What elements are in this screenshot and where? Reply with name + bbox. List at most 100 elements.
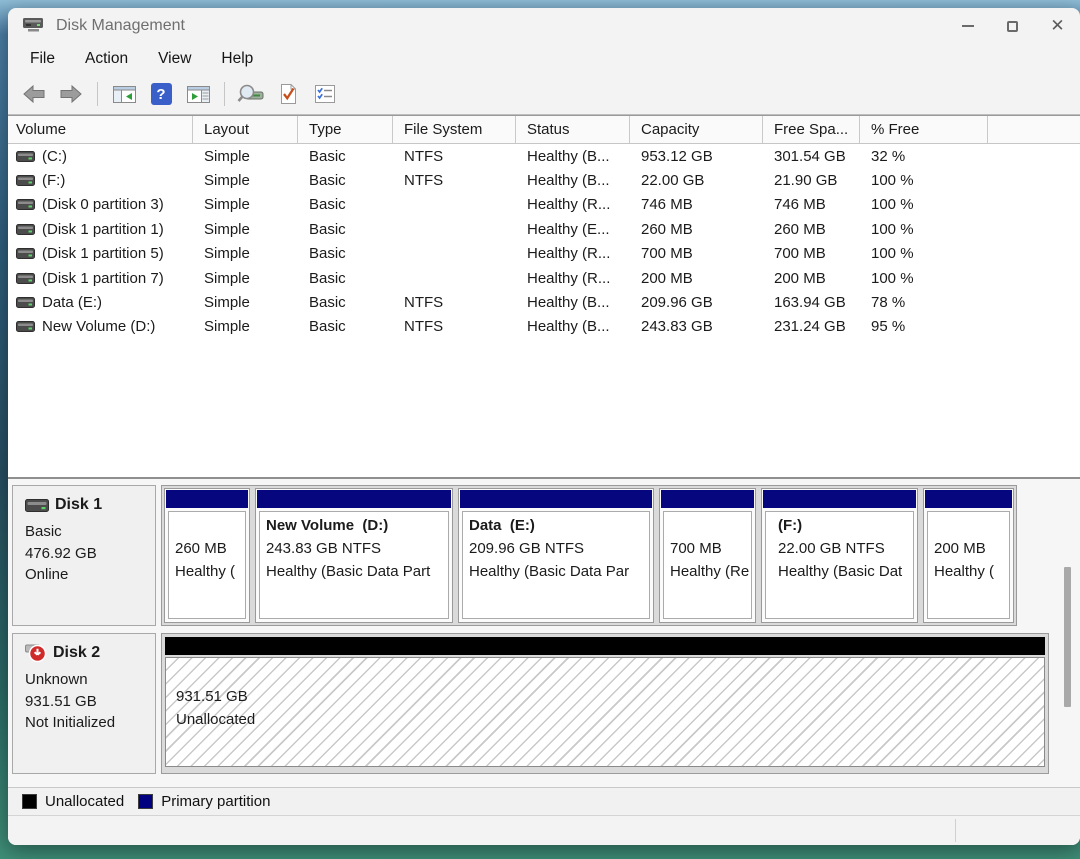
help-icon[interactable]: ? [147,81,175,107]
show-action-pane-icon[interactable] [184,81,212,107]
cell-free-space: 746 MB [763,196,860,213]
cell-status: Healthy (E... [516,221,630,238]
maximize-button[interactable] [990,8,1035,44]
volume-icon [16,151,35,162]
disk-name: Disk 1 [55,496,102,514]
menu-file[interactable]: File [30,50,55,68]
forward-icon[interactable] [57,81,85,107]
column-header-pct-free[interactable]: % Free [860,116,988,143]
minimize-button[interactable] [945,8,990,44]
cell-status: Healthy (B... [516,294,630,311]
cell-layout: Simple [193,221,298,238]
disk-state: Not Initialized [25,712,151,734]
cell-volume: Data (E:) [42,294,102,311]
column-header-capacity[interactable]: Capacity [630,116,763,143]
help-glyph: ? [151,83,172,105]
primary-partition-bar [763,490,916,508]
cell-pct-free: 95 % [860,318,988,335]
partition-700mb[interactable]: 700 MB Healthy (Re [659,488,756,623]
cell-type: Basic [298,294,393,311]
partition-data-e[interactable]: Data (E:) 209.96 GB NTFS Healthy (Basic … [458,488,654,623]
table-row[interactable]: Data (E:) Simple Basic NTFS Healthy (B..… [8,290,1080,314]
menu-help[interactable]: Help [221,50,253,68]
back-icon[interactable] [20,81,48,107]
column-header-file-system[interactable]: File System [393,116,516,143]
primary-partition-swatch [138,794,153,809]
cell-volume: (Disk 0 partition 3) [42,196,164,213]
primary-partition-bar [925,490,1012,508]
cell-pct-free: 100 % [860,270,988,287]
cell-layout: Simple [193,172,298,189]
disk-name: Disk 2 [53,644,100,662]
cell-pct-free: 100 % [860,245,988,262]
unallocated-swatch [22,794,37,809]
cell-file-system: NTFS [393,148,516,165]
column-header-free-space[interactable]: Free Spa... [763,116,860,143]
task-list-icon[interactable] [311,81,339,107]
status-bar-divider [955,819,956,842]
cell-capacity: 200 MB [630,270,763,287]
disk-type: Unknown [25,669,151,691]
cell-type: Basic [298,221,393,238]
show-console-tree-icon[interactable] [110,81,138,107]
disk2-unallocated-region[interactable]: 931.51 GB Unallocated [161,633,1049,774]
cell-pct-free: 32 % [860,148,988,165]
table-row[interactable]: (C:) Simple Basic NTFS Healthy (B... 953… [8,144,1080,168]
column-header-filler [988,116,1080,143]
cell-free-space: 200 MB [763,270,860,287]
cell-layout: Simple [193,148,298,165]
table-row[interactable]: (Disk 0 partition 3) Simple Basic Health… [8,193,1080,217]
partition-260mb[interactable]: 260 MB Healthy ( [164,488,250,623]
unallocated-hatch: 931.51 GB Unallocated [165,657,1045,767]
cell-pct-free: 78 % [860,294,988,311]
column-header-type[interactable]: Type [298,116,393,143]
column-header-layout[interactable]: Layout [193,116,298,143]
unallocated-size: 931.51 GB [176,688,254,711]
menu-view[interactable]: View [158,50,191,68]
disk-view-icon[interactable] [237,81,265,107]
cell-volume: (C:) [42,148,67,165]
volume-icon [16,297,35,308]
properties-check-icon[interactable] [274,81,302,107]
disk-type: Basic [25,521,151,543]
primary-partition-bar [166,490,248,508]
partition-f[interactable]: (F:) 22.00 GB NTFS Healthy (Basic Dat [761,488,918,623]
cell-capacity: 260 MB [630,221,763,238]
titlebar: Disk Management ✕ [8,8,1080,44]
legend-label: Primary partition [161,793,270,810]
disk-error-icon [25,644,47,662]
cell-type: Basic [298,318,393,335]
table-row[interactable]: (Disk 1 partition 5) Simple Basic Health… [8,242,1080,266]
menu-action[interactable]: Action [85,50,128,68]
toolbar-separator [97,82,98,106]
cell-pct-free: 100 % [860,172,988,189]
disk2-row: Disk 2 Unknown 931.51 GB Not Initialized… [12,633,1080,774]
cell-type: Basic [298,172,393,189]
column-header-volume[interactable]: Volume [8,116,193,143]
partition-new-volume-d[interactable]: New Volume (D:) 243.83 GB NTFS Healthy (… [255,488,453,623]
vertical-scrollbar-thumb[interactable] [1064,567,1071,707]
table-row[interactable]: New Volume (D:) Simple Basic NTFS Health… [8,315,1080,339]
cell-capacity: 953.12 GB [630,148,763,165]
toolbar: ? [8,74,1080,115]
close-button[interactable]: ✕ [1035,8,1080,44]
graphical-view: Disk 1 Basic 476.92 GB Online 260 MB Hea… [8,477,1080,787]
unallocated-bar [165,637,1045,655]
disk2-header[interactable]: Disk 2 Unknown 931.51 GB Not Initialized [12,633,156,774]
disk-size: 476.92 GB [25,543,151,565]
table-row[interactable]: (F:) Simple Basic NTFS Healthy (B... 22.… [8,168,1080,192]
column-header-status[interactable]: Status [516,116,630,143]
table-row[interactable]: (Disk 1 partition 1) Simple Basic Health… [8,217,1080,241]
disk1-header[interactable]: Disk 1 Basic 476.92 GB Online [12,485,156,626]
cell-layout: Simple [193,318,298,335]
cell-type: Basic [298,196,393,213]
legend-primary-partition: Primary partition [138,793,270,810]
disk-management-window: Disk Management ✕ File Action View Help [8,8,1080,845]
window-title: Disk Management [56,17,185,35]
table-row[interactable]: (Disk 1 partition 7) Simple Basic Health… [8,266,1080,290]
unallocated-label: Unallocated [176,711,261,734]
cell-volume: (Disk 1 partition 5) [42,245,164,262]
disk-state: Online [25,564,151,586]
partition-200mb[interactable]: 200 MB Healthy ( [923,488,1014,623]
cell-volume: New Volume (D:) [42,318,155,335]
